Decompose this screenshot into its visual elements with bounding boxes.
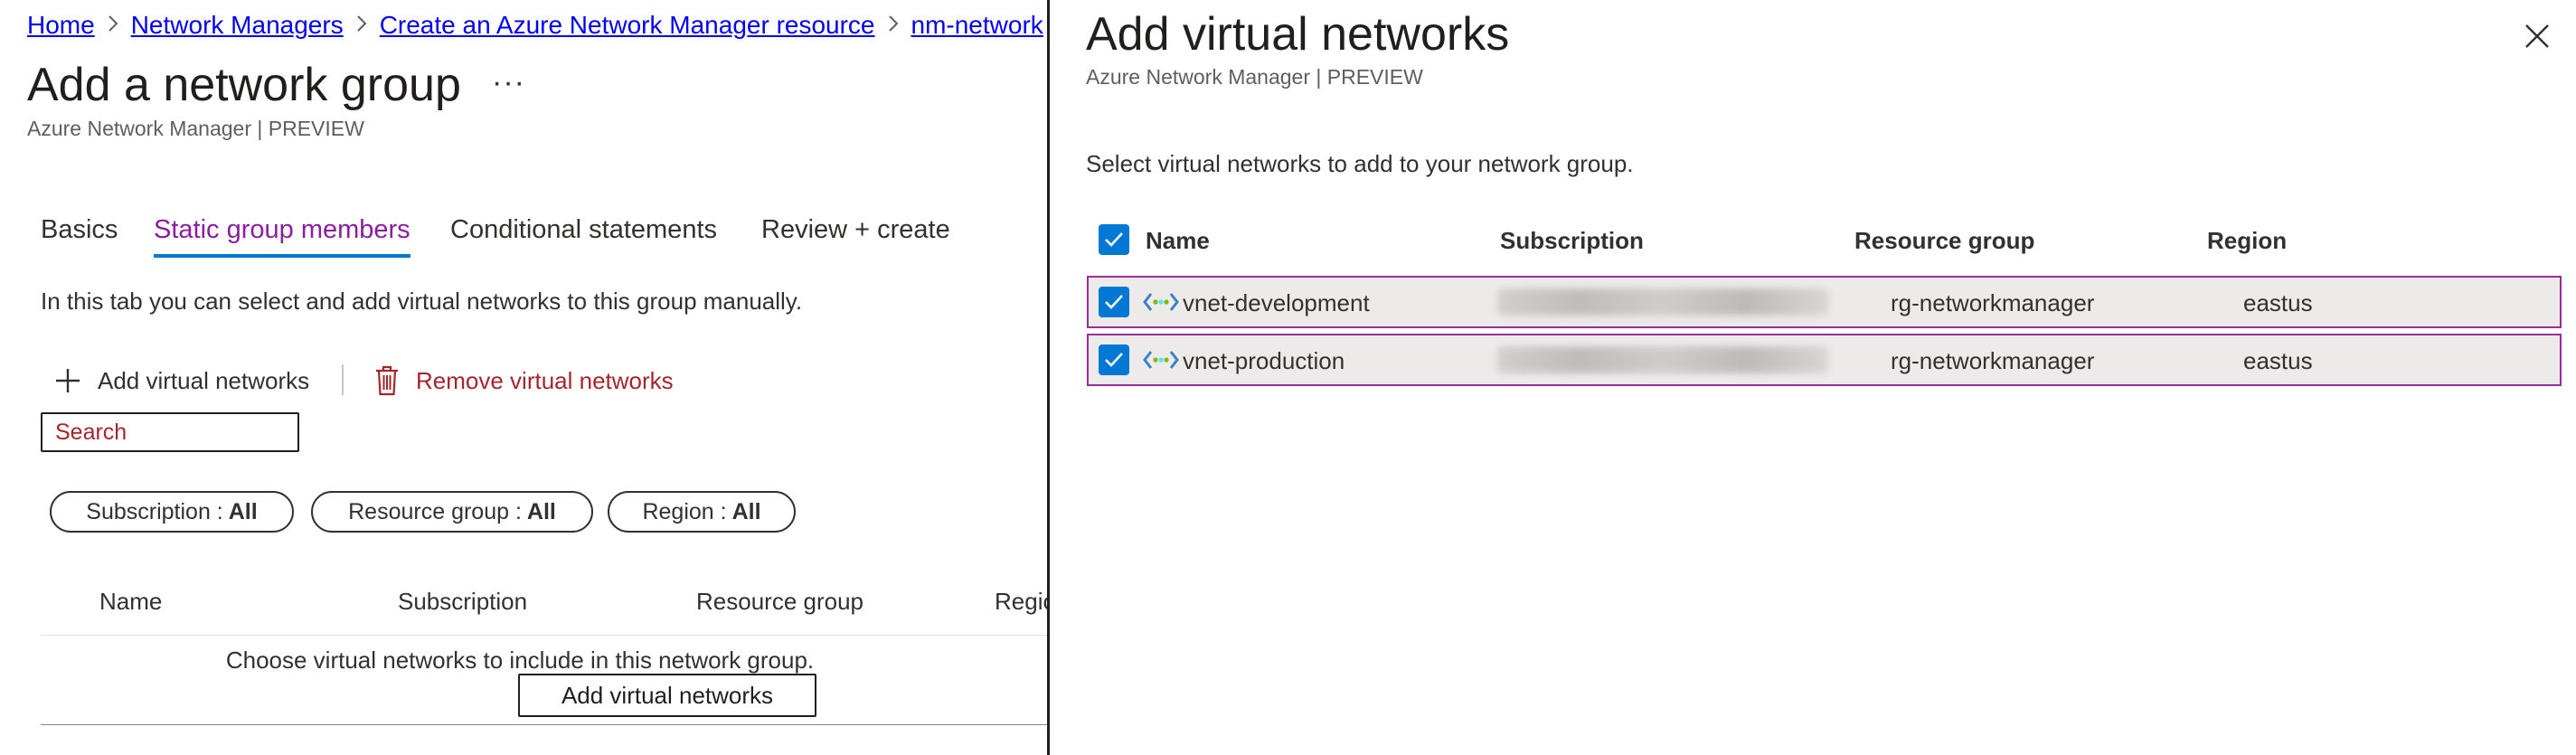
column-header-subscription[interactable]: Subscription (398, 588, 527, 616)
subscription-redacted (1497, 346, 1828, 373)
table-row[interactable]: vnet-development rg-networkmanager eastu… (1087, 276, 2562, 328)
filter-region[interactable]: Region : All (608, 491, 796, 533)
row-checkbox[interactable] (1099, 344, 1129, 375)
network-group-page: Home Network Managers Create an Azure Netw… (0, 0, 1047, 755)
virtual-network-icon (1143, 293, 1179, 311)
table-row[interactable]: vnet-production rg-networkmanager eastus (1087, 334, 2562, 386)
resource-group-value: rg-networkmanager (1891, 347, 2095, 374)
filter-resource-group-label: Resource group : (348, 498, 522, 524)
trash-icon (376, 365, 398, 396)
checkmark-icon (1105, 295, 1123, 309)
add-virtual-networks-button[interactable]: Add virtual networks (518, 674, 816, 717)
table-bottom-divider (41, 724, 1047, 725)
remove-virtual-networks-command[interactable]: Remove virtual networks (374, 362, 674, 400)
breadcrumb-nm-network[interactable]: nm-network (911, 11, 1043, 39)
panel-title: Add virtual networks (1086, 8, 1510, 61)
virtual-network-icon (1143, 351, 1179, 369)
panel-column-region[interactable]: Region (2207, 227, 2287, 255)
panel-column-resource-group[interactable]: Resource group (1854, 227, 2034, 255)
more-icon[interactable]: ··· (492, 65, 525, 100)
command-divider (342, 364, 344, 395)
vnet-name: vnet-development (1183, 289, 1370, 316)
column-header-region[interactable]: Regio (995, 588, 1047, 616)
breadcrumb-create-network-manager[interactable]: Create an Azure Network Manager resource (380, 11, 875, 39)
tab-description: In this tab you can select and add virtu… (41, 288, 803, 315)
search-input[interactable] (41, 412, 299, 452)
tab-review-create[interactable]: Review + create (761, 215, 950, 254)
row-checkbox[interactable] (1099, 287, 1129, 317)
panel-column-subscription[interactable]: Subscription (1500, 227, 1644, 255)
chevron-right-icon (95, 12, 131, 40)
table-header-divider (41, 635, 1047, 636)
panel-instructions: Select virtual networks to add to your n… (1086, 150, 1634, 177)
filter-subscription-label: Subscription : (86, 498, 223, 524)
subscription-redacted (1497, 288, 1828, 316)
tab-static-group-members[interactable]: Static group members (154, 215, 410, 258)
empty-state-message: Choose virtual networks to include in th… (225, 646, 815, 674)
breadcrumb-home[interactable]: Home (27, 11, 95, 39)
plus-icon (56, 369, 80, 392)
column-header-name[interactable]: Name (99, 588, 162, 616)
region-value: eastus (2243, 347, 2313, 374)
breadcrumb-network-managers[interactable]: Network Managers (131, 11, 344, 39)
page-title: Add a network group (27, 59, 461, 111)
add-virtual-networks-panel: Add virtual networks Azure Network Manag… (1047, 0, 2576, 755)
filter-subscription[interactable]: Subscription : All (50, 491, 294, 533)
tab-basics[interactable]: Basics (41, 215, 118, 254)
chevron-right-icon (875, 12, 911, 40)
remove-virtual-networks-label: Remove virtual networks (416, 366, 674, 394)
add-virtual-networks-label: Add virtual networks (98, 366, 310, 394)
region-value: eastus (2243, 289, 2313, 316)
page-subtitle: Azure Network Manager | PREVIEW (27, 117, 364, 140)
resource-group-value: rg-networkmanager (1891, 289, 2095, 316)
add-virtual-networks-command[interactable]: Add virtual networks (54, 362, 309, 400)
filter-region-value: All (731, 498, 761, 524)
chevron-right-icon (344, 12, 380, 40)
checkmark-icon (1105, 232, 1123, 247)
vnet-name: vnet-production (1183, 347, 1345, 374)
select-all-checkbox[interactable] (1099, 224, 1129, 255)
panel-subtitle: Azure Network Manager | PREVIEW (1086, 65, 1423, 89)
breadcrumb: Home Network Managers Create an Azure Netw… (27, 11, 1043, 40)
checkmark-icon (1105, 353, 1123, 367)
column-header-resource-group[interactable]: Resource group (696, 588, 863, 616)
panel-column-name[interactable]: Name (1146, 227, 1210, 255)
close-icon[interactable] (2521, 20, 2553, 52)
filter-resource-group-value: All (526, 498, 556, 524)
tab-conditional-statements[interactable]: Conditional statements (450, 215, 717, 254)
filter-subscription-value: All (228, 498, 258, 524)
filter-resource-group[interactable]: Resource group : All (311, 491, 593, 533)
filter-region-label: Region : (642, 498, 727, 524)
